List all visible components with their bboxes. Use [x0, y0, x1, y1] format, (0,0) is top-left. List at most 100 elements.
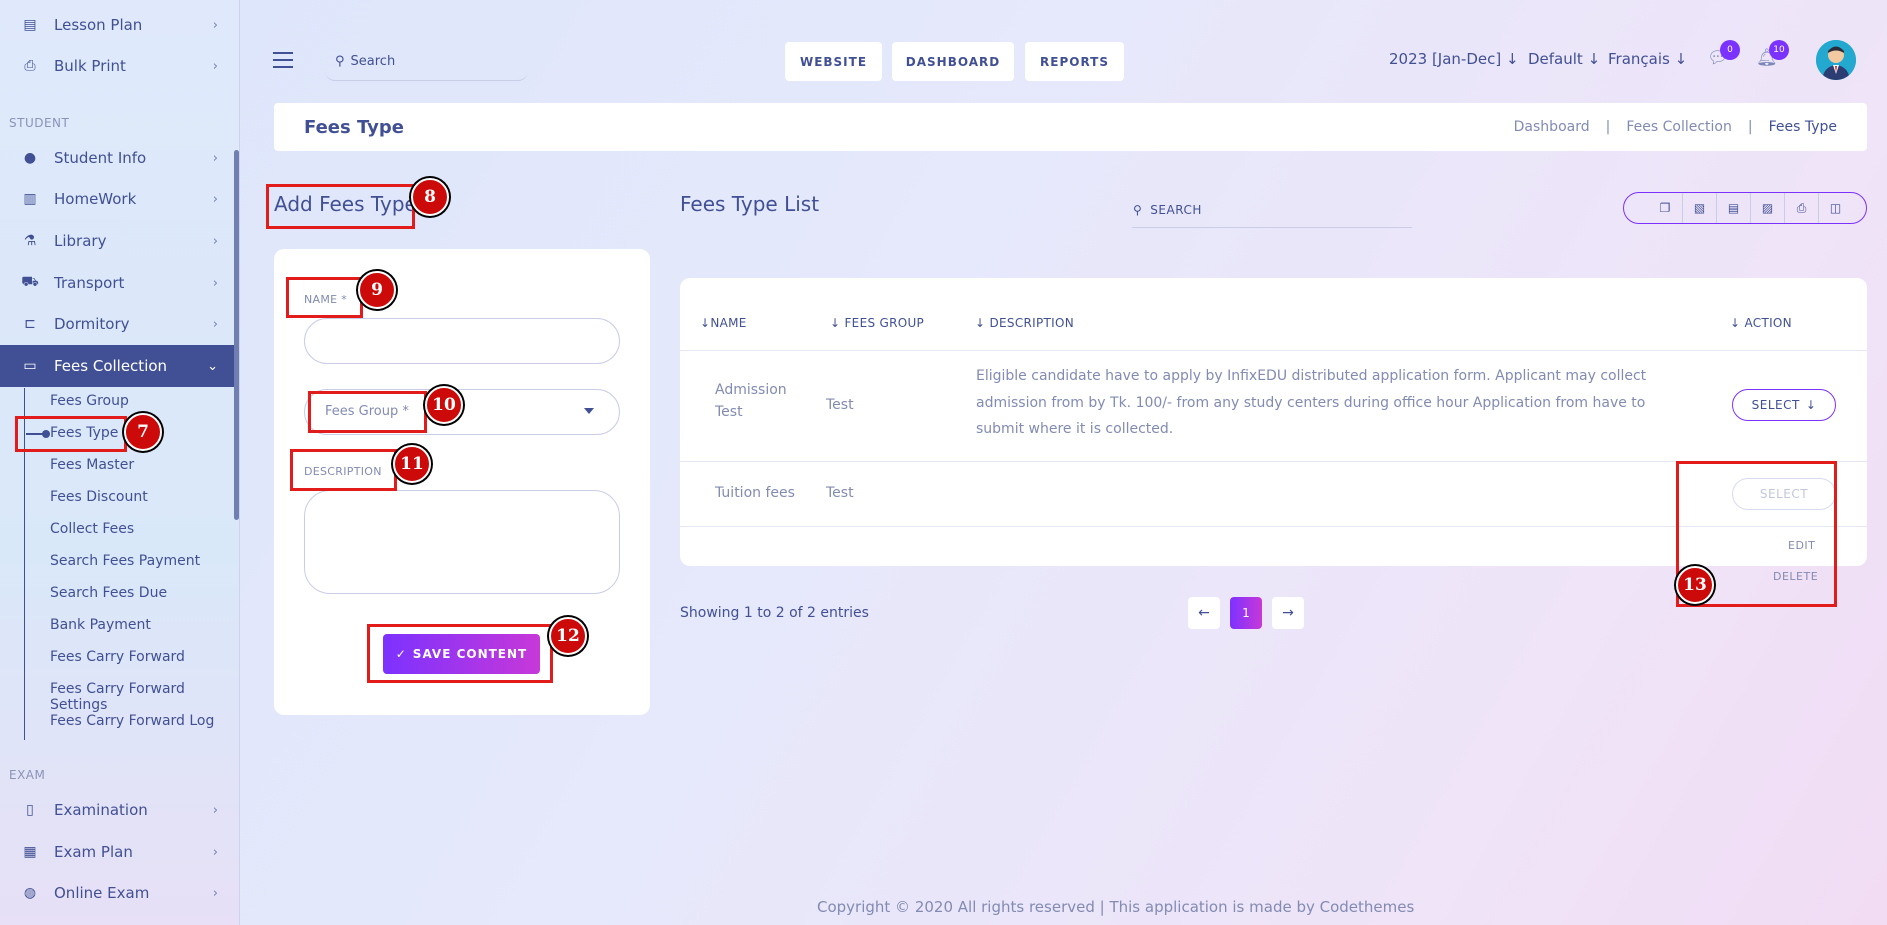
- chevron-right-icon: ›: [212, 150, 218, 166]
- sidebar-item-label: Library: [54, 232, 107, 250]
- arrow-down-icon: ↓: [1805, 398, 1817, 412]
- website-button[interactable]: WEBSITE: [785, 42, 882, 81]
- sidebar-item-label: HomeWork: [54, 190, 137, 208]
- column-header-label: ACTION: [1744, 316, 1792, 330]
- map-icon: ▯: [26, 802, 34, 818]
- column-header-fees-group[interactable]: ↓ FEES GROUP: [830, 316, 924, 330]
- row-2-name: Tuition fees: [715, 485, 795, 501]
- submenu-item-fees-group[interactable]: Fees Group: [50, 393, 129, 409]
- annotation-badge-8: 8: [411, 178, 449, 216]
- sidebar-item-label: Exam Plan: [54, 843, 133, 861]
- name-input[interactable]: [304, 318, 620, 364]
- sidebar-item-dormitory[interactable]: ⊏ Dormitory ›: [0, 303, 239, 345]
- entries-info: Showing 1 to 2 of 2 entries: [680, 605, 869, 621]
- row-1-fees-group: Test: [826, 397, 854, 413]
- description-textarea[interactable]: [304, 490, 620, 594]
- next-page-button[interactable]: →: [1272, 597, 1304, 629]
- select-label: SELECT: [1751, 398, 1800, 412]
- print-icon[interactable]: ⎙: [1784, 193, 1818, 223]
- menu-toggle-icon[interactable]: [273, 52, 293, 68]
- breadcrumb-fees-collection[interactable]: Fees Collection: [1626, 119, 1732, 135]
- annotation-badge-10: 10: [425, 386, 463, 424]
- avatar[interactable]: [1816, 40, 1856, 80]
- notifications-button[interactable]: 🔔︎ 10: [1756, 40, 1789, 70]
- submenu-item-fees-carry-forward-settings[interactable]: Fees Carry Forward Settings: [50, 681, 239, 713]
- annotation-box-description: [290, 449, 397, 491]
- breadcrumb-fees-type: Fees Type: [1768, 119, 1837, 135]
- sidebar-item-student-info[interactable]: ● Student Info ›: [0, 137, 239, 179]
- theme-select[interactable]: Default ↓: [1528, 50, 1600, 68]
- annotation-box-fees-type: [15, 416, 127, 452]
- arrow-left-icon: ←: [1198, 605, 1210, 621]
- search-icon: ⚲: [335, 54, 345, 69]
- submenu-item-fees-carry-forward-log[interactable]: Fees Carry Forward Log: [50, 713, 214, 729]
- sidebar-scrollbar[interactable]: [234, 150, 239, 520]
- submenu-item-collect-fees[interactable]: Collect Fees: [50, 521, 134, 537]
- annotation-badge-12: 12: [549, 617, 587, 655]
- sidebar-item-fees-collection[interactable]: ▭ Fees Collection ⌄: [0, 345, 239, 387]
- messages-button[interactable]: 💬︎ 0: [1707, 40, 1740, 70]
- chevron-right-icon: ›: [212, 885, 218, 901]
- sidebar-item-examination[interactable]: ▯ Examination ›: [0, 789, 239, 831]
- breadcrumb-dashboard[interactable]: Dashboard: [1514, 119, 1590, 135]
- row-1-name-line2: Test: [715, 404, 743, 420]
- sidebar-item-label: Bulk Print: [54, 57, 126, 75]
- breadcrumb-separator: |: [1747, 119, 1753, 135]
- annotation-badge-7: 7: [124, 413, 162, 451]
- breadcrumb: Dashboard | Fees Collection | Fees Type: [1514, 119, 1837, 135]
- chevron-right-icon: ›: [212, 275, 218, 291]
- sidebar-item-exam-plan[interactable]: ▦ Exam Plan ›: [0, 831, 239, 873]
- sidebar-item-library[interactable]: ⚗ Library ›: [0, 220, 239, 262]
- chevron-down-icon: ⌄: [207, 358, 218, 374]
- sidebar-item-label: Examination: [54, 801, 148, 819]
- pdf-icon[interactable]: ▨: [1750, 193, 1784, 223]
- prev-page-button[interactable]: ←: [1188, 597, 1220, 629]
- export-toolbar: ❐ ▧ ▤ ▨ ⎙ ◫: [1623, 192, 1867, 224]
- sidebar-item-lesson-plan[interactable]: ▤ Lesson Plan ›: [0, 4, 239, 46]
- sidebar-item-homework[interactable]: ▥ HomeWork ›: [0, 178, 239, 220]
- book-icon: ▥: [23, 191, 37, 207]
- reports-button[interactable]: REPORTS: [1025, 42, 1124, 81]
- chevron-right-icon: ›: [212, 58, 218, 74]
- submenu-item-fees-discount[interactable]: Fees Discount: [50, 489, 148, 505]
- calculator-icon: ▦: [23, 844, 37, 860]
- library-icon: ⚗: [23, 233, 37, 249]
- sort-icon: ↓: [830, 316, 841, 330]
- header-search-placeholder: Search: [350, 54, 396, 69]
- column-header-description[interactable]: ↓ DESCRIPTION: [975, 316, 1074, 330]
- language-select[interactable]: Français ↓: [1608, 50, 1687, 68]
- arrow-right-icon: →: [1282, 605, 1294, 621]
- annotation-badge-13: 13: [1676, 566, 1714, 604]
- column-header-name[interactable]: ↓NAME: [700, 316, 747, 330]
- chevron-right-icon: ›: [212, 802, 218, 818]
- submenu-item-search-fees-due[interactable]: Search Fees Due: [50, 585, 167, 601]
- submenu-item-bank-payment[interactable]: Bank Payment: [50, 617, 151, 633]
- submenu-item-fees-master[interactable]: Fees Master: [50, 457, 134, 473]
- arrow-down-icon: ↓: [1587, 50, 1601, 68]
- sort-icon: ↓: [975, 316, 986, 330]
- copy-icon[interactable]: ❐: [1648, 193, 1682, 223]
- sidebar-item-bulk-print[interactable]: ⎙ Bulk Print ›: [0, 45, 239, 87]
- list-search-input[interactable]: ⚲ SEARCH: [1132, 192, 1412, 228]
- submenu-item-search-fees-payment[interactable]: Search Fees Payment: [50, 553, 200, 569]
- page-1-button[interactable]: 1: [1230, 597, 1262, 629]
- list-search-placeholder: SEARCH: [1150, 202, 1202, 217]
- sidebar-item-transport[interactable]: ⛟ Transport ›: [0, 262, 239, 304]
- column-header-label: FEES GROUP: [844, 316, 925, 330]
- year-select[interactable]: 2023 [Jan-Dec] ↓: [1389, 50, 1519, 68]
- excel-icon[interactable]: ▧: [1682, 193, 1716, 223]
- row-1-name-line1: Admission: [715, 382, 787, 398]
- column-header-label: DESCRIPTION: [989, 316, 1075, 330]
- header-search-input[interactable]: ⚲ Search: [325, 43, 528, 81]
- submenu-item-fees-carry-forward[interactable]: Fees Carry Forward: [50, 649, 185, 665]
- csv-icon[interactable]: ▤: [1716, 193, 1750, 223]
- column-header-label: NAME: [710, 316, 747, 330]
- dashboard-button[interactable]: DASHBOARD: [892, 42, 1014, 81]
- sidebar-item-online-exam[interactable]: ◍ Online Exam ›: [0, 872, 239, 914]
- row-1-select-button[interactable]: SELECT ↓: [1732, 389, 1836, 421]
- column-header-action[interactable]: ↓ ACTION: [1730, 316, 1792, 330]
- sort-icon: ↓: [700, 316, 711, 330]
- columns-icon[interactable]: ◫: [1818, 193, 1852, 223]
- sidebar: ▤ Lesson Plan › ⎙ Bulk Print › STUDENT ●…: [0, 0, 240, 925]
- messages-count-badge: 0: [1720, 40, 1740, 60]
